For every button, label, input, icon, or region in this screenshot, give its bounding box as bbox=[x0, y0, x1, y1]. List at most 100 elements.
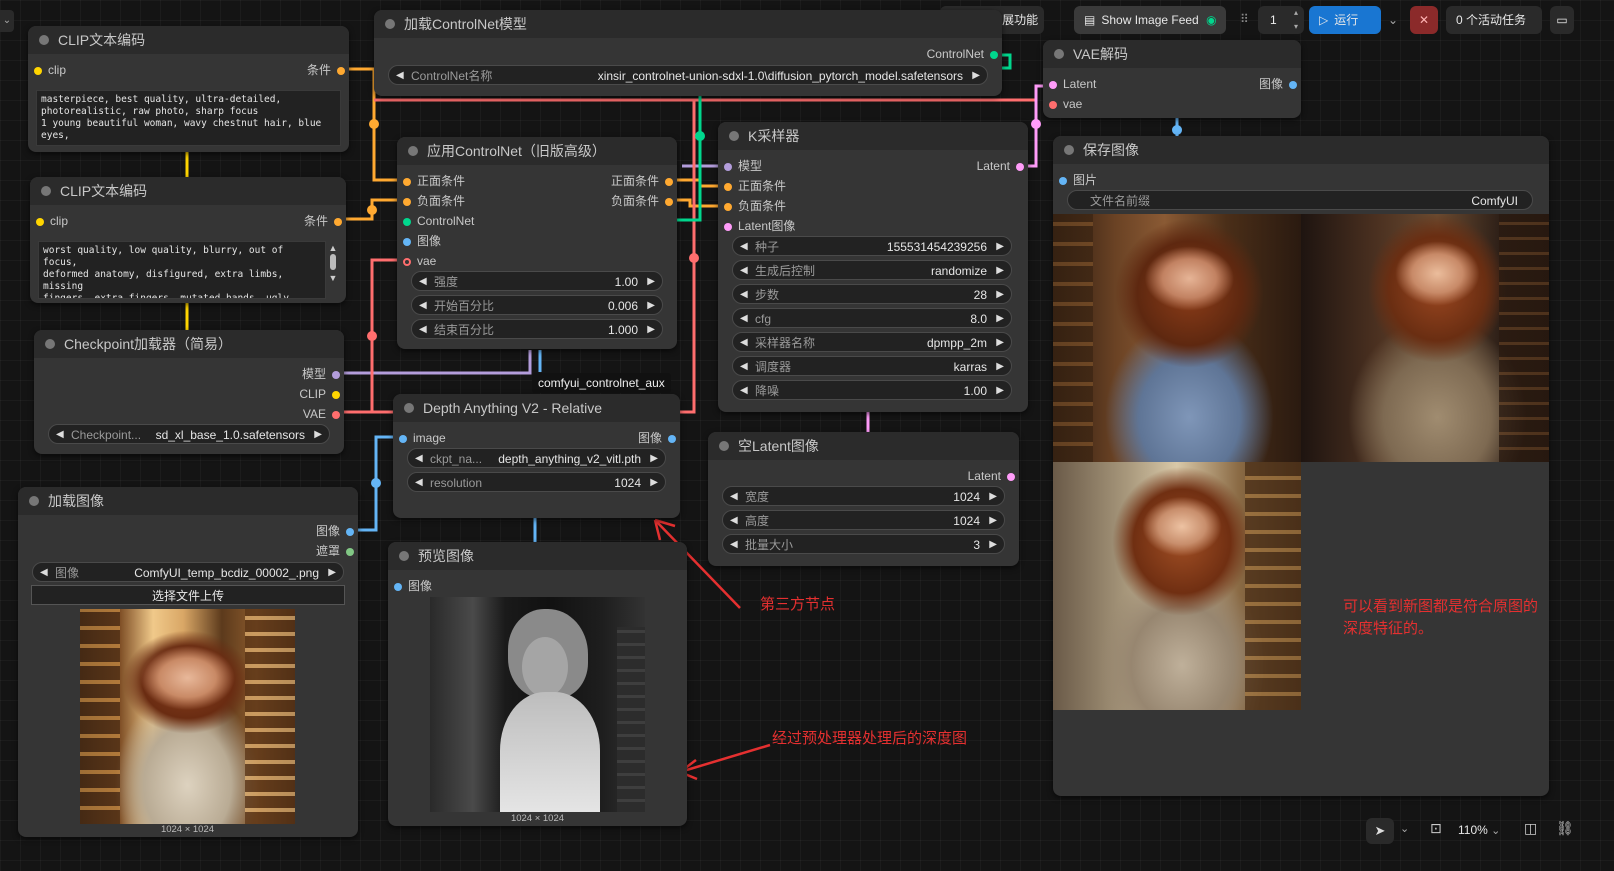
arrow-right-icon[interactable]: ▶ bbox=[989, 535, 997, 553]
batch-count-input[interactable]: 1 ▴ ▾ bbox=[1258, 6, 1304, 34]
arrow-right-icon[interactable]: ▶ bbox=[647, 272, 655, 290]
load-image-node[interactable]: 加载图像 图像 遮罩 ◀ 图像 ComfyUI_temp_bcdiz_00002… bbox=[18, 487, 358, 837]
arrow-right-icon[interactable]: ▶ bbox=[989, 487, 997, 505]
negative-prompt-textarea[interactable]: worst quality, low quality, blurry, out … bbox=[38, 241, 326, 299]
arrow-left-icon[interactable]: ◀ bbox=[740, 381, 748, 399]
preview-image-node[interactable]: 预览图像 图像 1024 × 1024 bbox=[388, 542, 687, 826]
conditioning-socket-icon[interactable] bbox=[665, 178, 673, 186]
node-title[interactable]: VAE解码 bbox=[1043, 40, 1301, 68]
latent-socket-icon[interactable] bbox=[1049, 81, 1057, 89]
input-latent[interactable]: Latent图像 bbox=[724, 219, 795, 233]
width-input[interactable]: ◀ 宽度 1024 ▶ bbox=[722, 486, 1005, 506]
node-title[interactable]: 保存图像 bbox=[1053, 136, 1549, 164]
collapse-dot-icon[interactable] bbox=[408, 146, 418, 156]
arrow-right-icon[interactable]: ▶ bbox=[647, 296, 655, 314]
denoise-slider[interactable]: ◀ 降噪 1.00 ▶ bbox=[732, 380, 1012, 400]
output-image-2[interactable] bbox=[1301, 214, 1549, 462]
arrow-right-icon[interactable]: ▶ bbox=[972, 66, 980, 84]
input-clip[interactable]: clip bbox=[36, 214, 68, 228]
arrow-left-icon[interactable]: ◀ bbox=[730, 511, 738, 529]
clip-socket-icon[interactable] bbox=[36, 218, 44, 226]
output-image-1[interactable] bbox=[1053, 214, 1301, 462]
output-negative[interactable]: 负面条件 bbox=[611, 194, 673, 208]
input-clip[interactable]: clip bbox=[34, 63, 66, 77]
height-input[interactable]: ◀ 高度 1024 ▶ bbox=[722, 510, 1005, 530]
collapse-dot-icon[interactable] bbox=[39, 35, 49, 45]
latent-socket-icon[interactable] bbox=[724, 223, 732, 231]
top-left-chevron[interactable]: ⌄ bbox=[0, 10, 14, 32]
arrow-left-icon[interactable]: ◀ bbox=[730, 487, 738, 505]
mode-dropdown-icon[interactable]: ⌄ bbox=[1400, 822, 1409, 835]
arrow-left-icon[interactable]: ◀ bbox=[740, 309, 748, 327]
output-controlnet[interactable]: ControlNet bbox=[927, 47, 998, 61]
clip-text-encode-positive-node[interactable]: CLIP文本编码 clip 条件 masterpiece, best quali… bbox=[28, 26, 349, 152]
conditioning-socket-icon[interactable] bbox=[403, 178, 411, 186]
input-vae[interactable]: vae bbox=[1049, 97, 1082, 111]
conditioning-socket-icon[interactable] bbox=[665, 198, 673, 206]
image-socket-icon[interactable] bbox=[346, 528, 354, 536]
vae-socket-icon[interactable] bbox=[332, 411, 340, 419]
collapse-dot-icon[interactable] bbox=[1064, 145, 1074, 155]
empty-latent-image-node[interactable]: 空Latent图像 Latent ◀ 宽度 1024 ▶ ◀ 高度 1024 ▶ ◀ 批量大小… bbox=[708, 432, 1019, 566]
clip-socket-icon[interactable] bbox=[332, 391, 340, 399]
arrow-left-icon[interactable]: ◀ bbox=[419, 296, 427, 314]
image-file-combo[interactable]: ◀ 图像 ComfyUI_temp_bcdiz_00002_.png ▶ bbox=[32, 562, 344, 582]
output-vae[interactable]: VAE bbox=[303, 407, 340, 421]
show-image-feed-button[interactable]: ▤ Show Image Feed ◉ bbox=[1074, 6, 1226, 34]
conditioning-socket-icon[interactable] bbox=[334, 218, 342, 226]
node-title[interactable]: K采样器 bbox=[718, 122, 1028, 150]
node-title[interactable]: CLIP文本编码 bbox=[28, 26, 349, 54]
collapse-dot-icon[interactable] bbox=[41, 186, 51, 196]
output-latent[interactable]: Latent bbox=[968, 469, 1015, 483]
seed-input[interactable]: ◀ 种子 155531454239256 ▶ bbox=[732, 236, 1012, 256]
sampler-name-combo[interactable]: ◀ 采样器名称 dpmpp_2m ▶ bbox=[732, 332, 1012, 352]
arrow-left-icon[interactable]: ◀ bbox=[740, 237, 748, 255]
arrow-left-icon[interactable]: ◀ bbox=[56, 425, 64, 443]
arrow-left-icon[interactable]: ◀ bbox=[415, 473, 423, 491]
panel-toggle-button[interactable]: ▭ bbox=[1550, 6, 1574, 34]
vae-socket-icon[interactable] bbox=[403, 258, 411, 266]
input-negative[interactable]: 负面条件 bbox=[724, 199, 786, 213]
collapse-dot-icon[interactable] bbox=[399, 551, 409, 561]
end-percent-slider[interactable]: ◀ 结束百分比 1.000 ▶ bbox=[411, 319, 663, 339]
arrow-left-icon[interactable]: ◀ bbox=[419, 272, 427, 290]
output-conditioning[interactable]: 条件 bbox=[304, 214, 342, 228]
vae-socket-icon[interactable] bbox=[1049, 101, 1057, 109]
arrow-left-icon[interactable]: ◀ bbox=[740, 357, 748, 375]
arrow-right-icon[interactable]: ▶ bbox=[996, 237, 1004, 255]
collapse-dot-icon[interactable] bbox=[385, 19, 395, 29]
apply-controlnet-node[interactable]: 应用ControlNet（旧版高级） 正面条件 负面条件 ControlNet … bbox=[397, 137, 677, 349]
node-title[interactable]: 应用ControlNet（旧版高级） bbox=[397, 137, 677, 165]
input-latent[interactable]: Latent bbox=[1049, 77, 1096, 91]
conditioning-socket-icon[interactable] bbox=[724, 183, 732, 191]
input-image[interactable]: image bbox=[399, 431, 446, 445]
input-image[interactable]: 图像 bbox=[403, 234, 441, 248]
arrow-right-icon[interactable]: ▶ bbox=[650, 449, 658, 467]
conditioning-socket-icon[interactable] bbox=[337, 67, 345, 75]
arrow-left-icon[interactable]: ◀ bbox=[419, 320, 427, 338]
run-button[interactable]: ▷ 运行 bbox=[1309, 6, 1381, 34]
output-positive[interactable]: 正面条件 bbox=[611, 174, 673, 188]
control-after-generate-combo[interactable]: ◀ 生成后控制 randomize ▶ bbox=[732, 260, 1012, 280]
model-socket-icon[interactable] bbox=[724, 163, 732, 171]
arrow-right-icon[interactable]: ▶ bbox=[647, 320, 655, 338]
arrow-right-icon[interactable]: ▶ bbox=[989, 511, 997, 529]
load-controlnet-node[interactable]: 加载ControlNet模型 ControlNet ◀ ControlNet名称… bbox=[374, 10, 1002, 96]
input-positive[interactable]: 正面条件 bbox=[403, 174, 465, 188]
save-image-node[interactable]: 保存图像 图片 文件名前缀 ComfyUI bbox=[1053, 136, 1549, 796]
conditioning-socket-icon[interactable] bbox=[724, 203, 732, 211]
output-image-3[interactable] bbox=[1053, 462, 1301, 710]
latent-socket-icon[interactable] bbox=[1007, 473, 1015, 481]
zoom-level-button[interactable]: 110% ⌄ bbox=[1458, 823, 1500, 837]
arrow-left-icon[interactable]: ◀ bbox=[740, 261, 748, 279]
steps-input[interactable]: ◀ 步数 28 ▶ bbox=[732, 284, 1012, 304]
select-mode-button[interactable]: ➤ bbox=[1366, 818, 1394, 844]
depth-ckpt-combo[interactable]: ◀ ckpt_na... depth_anything_v2_vitl.pth ▶ bbox=[407, 448, 666, 468]
ksampler-node[interactable]: K采样器 模型 正面条件 负面条件 Latent图像 Latent ◀ 种子 155… bbox=[718, 122, 1028, 412]
resolution-slider[interactable]: ◀ resolution 1024 ▶ bbox=[407, 472, 666, 492]
clip-socket-icon[interactable] bbox=[34, 67, 42, 75]
image-socket-icon[interactable] bbox=[668, 435, 676, 443]
arrow-right-icon[interactable]: ▶ bbox=[996, 381, 1004, 399]
collapse-dot-icon[interactable] bbox=[404, 403, 414, 413]
collapse-dot-icon[interactable] bbox=[29, 496, 39, 506]
